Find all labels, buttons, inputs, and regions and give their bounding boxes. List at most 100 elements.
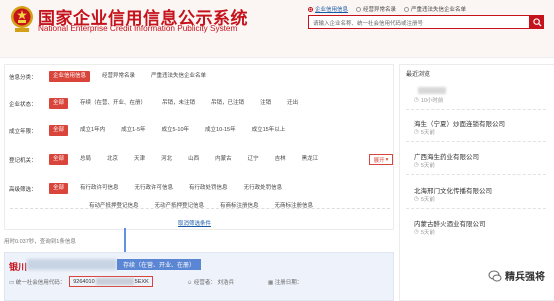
credit-code-label: ▭ 统一社会信用代码：: [9, 279, 66, 286]
filter-chip[interactable]: 吉林: [271, 154, 290, 165]
divider: [406, 174, 546, 175]
filter-chip[interactable]: 严重违法失信企业名单: [147, 71, 210, 82]
site-subtitle: National Enterprise Credit Information P…: [38, 24, 238, 33]
filter-chip[interactable]: 有动产抵押登记信息: [85, 201, 143, 212]
filter-label: 信息分类：: [9, 74, 37, 81]
status-badge: 存续（在营、开业、在册）: [117, 259, 202, 270]
radio-icon: [356, 6, 362, 12]
filter-chip[interactable]: 全部: [49, 183, 69, 194]
filter-chip[interactable]: 吊销，未注销: [158, 98, 199, 109]
filter-chip[interactable]: 全部: [49, 98, 69, 109]
redacted-company[interactable]: [418, 87, 446, 94]
search-button[interactable]: [530, 15, 544, 29]
redacted-name: [27, 259, 117, 270]
filter-chip[interactable]: 有行政处罚信息: [185, 183, 232, 194]
expand-button[interactable]: 展开 ▾: [369, 154, 393, 165]
tab-abnormal-list[interactable]: 经营异常名录: [356, 5, 396, 13]
expand-label: 展开: [373, 157, 385, 164]
filter-chip[interactable]: 吊销，已注销: [207, 98, 248, 109]
filter-chip[interactable]: 河北: [157, 154, 176, 165]
filter-chip[interactable]: 无商标注册信息: [271, 201, 318, 212]
recent-sidebar: 最近浏览 ◷ 10小时前 海生（宁夏）炒面连锁有限公司 ◷ 5天前 广西海生药业有限…: [399, 64, 554, 301]
recent-item[interactable]: 广西海生药业有限公司: [414, 151, 479, 161]
national-emblem-icon: [11, 6, 33, 32]
divider: [406, 141, 546, 142]
result-card[interactable]: 银川 存续（在营、开业、在册） ▭ 统一社会信用代码： 9264010 5EXK…: [4, 252, 394, 301]
filter-chip[interactable]: 迁出: [283, 98, 302, 109]
sidebar-title: 最近浏览: [406, 72, 431, 78]
filter-label: 企业状态：: [9, 101, 37, 108]
result-fields: ▭ 统一社会信用代码： 9264010 5EXK ☺ 经营者： 刘浩兵 ▦ 注册…: [9, 276, 302, 287]
recent-time: ◷ 5天前: [414, 196, 435, 203]
register-date: ▦ 注册日期：: [267, 279, 303, 286]
credit-code-value: 9264010 5EXK: [69, 276, 153, 287]
result-summary: 用时0.037秒，查询到1条信息: [4, 239, 76, 245]
watermark-label: 精兵强将: [505, 272, 545, 283]
divider: [406, 109, 546, 110]
filter-label: 高级筛选：: [9, 186, 37, 193]
redacted-code: [95, 278, 134, 285]
filter-chip[interactable]: 企业信用信息: [49, 71, 91, 82]
filter-chip[interactable]: 有商标注册信息: [216, 201, 263, 212]
filter-chip[interactable]: 全部: [49, 154, 69, 165]
filter-chip[interactable]: 成立15年以上: [248, 125, 290, 136]
tab-label: 企业信用信息: [315, 7, 349, 13]
divider: [10, 208, 390, 209]
tab-blacklist[interactable]: 严重违法失信企业名单: [404, 5, 466, 13]
filter-chip[interactable]: 存续（在营、开业、在册）: [76, 98, 150, 109]
search-type-tabs: 企业信用信息 经营异常名录 严重违法失信企业名单: [308, 5, 466, 13]
reset-filters-link[interactable]: 取消筛选条件: [178, 219, 211, 227]
filter-chip[interactable]: 无行政处罚信息: [240, 183, 287, 194]
filter-label: 登记机关：: [9, 157, 37, 164]
filter-chip[interactable]: 成立10-15年: [201, 125, 240, 136]
filter-label: 成立年限：: [9, 128, 37, 135]
recent-item[interactable]: 内蒙古醉火酒业有限公司: [414, 218, 486, 228]
clock-icon: ◷: [414, 229, 419, 235]
filter-chip[interactable]: 山西: [184, 154, 203, 165]
filter-chip[interactable]: 全部: [49, 125, 69, 136]
company-name[interactable]: 银川: [9, 260, 27, 273]
radio-icon: [404, 6, 410, 12]
clock-icon: ◷: [414, 97, 419, 103]
filter-chip[interactable]: 成立5-10年: [158, 125, 194, 136]
filter-panel: 信息分类： 企业信用信息 经营异常名录 严重违法失信企业名单 企业状态： 全部 …: [4, 64, 394, 230]
recent-item[interactable]: 海生（宁夏）炒面连锁有限公司: [414, 118, 505, 128]
site-header: 国家企业信用信息公示系统 National Enterprise Credit …: [0, 0, 554, 58]
user-icon: ☺: [186, 279, 193, 286]
tab-label: 经营异常名录: [363, 7, 397, 13]
filter-row-status: 企业状态： 全部 存续（在营、开业、在册） 吊销，未注销 吊销，已注销 注销 迁…: [9, 98, 310, 109]
filter-row-category: 信息分类： 企业信用信息 经营异常名录 严重违法失信企业名单: [9, 71, 218, 82]
filter-chip[interactable]: 北京: [103, 154, 122, 165]
clock-icon: ◷: [414, 129, 419, 135]
filter-chip[interactable]: 有行政许可信息: [76, 183, 123, 194]
clock-icon: ◷: [414, 162, 419, 168]
recent-time: ◷ 10小时前: [414, 97, 444, 104]
tab-label: 严重违法失信企业名单: [411, 7, 467, 13]
filter-chip[interactable]: 辽宁: [244, 154, 263, 165]
filter-chip[interactable]: 无行政许可信息: [131, 183, 178, 194]
clock-icon: ◷: [414, 196, 419, 202]
filter-chip[interactable]: 内蒙古: [211, 154, 236, 165]
radio-icon: [308, 6, 313, 12]
filter-chip[interactable]: 成立1年内: [76, 125, 109, 136]
filter-chip[interactable]: 无动产抵押登记信息: [151, 201, 209, 212]
legal-rep: ☺ 经营者： 刘浩兵: [186, 279, 234, 286]
divider: [406, 208, 546, 209]
recent-time: ◷ 5天前: [414, 129, 435, 136]
filter-row-advanced: 高级筛选： 全部 有行政许可信息 无行政许可信息 有行政处罚信息 无行政处罚信息: [9, 183, 294, 194]
recent-item[interactable]: 北海邢门文化传播有限公司: [414, 185, 492, 195]
recent-time: ◷ 5天前: [414, 229, 435, 236]
filter-row-authority: 登记机关： 全部 总局 北京 天津 河北 山西 内蒙古 辽宁 吉林 黑龙江: [9, 154, 330, 165]
wechat-watermark: 精兵强将: [488, 268, 545, 283]
calendar-icon: ▦: [267, 279, 274, 286]
filter-chip[interactable]: 黑龙江: [298, 154, 323, 165]
search-input[interactable]: 请输入企业名称、统一社会信用代码或注册号: [308, 15, 530, 29]
chevron-down-icon: ▾: [385, 156, 389, 163]
filter-chip[interactable]: 成立1-5年: [117, 125, 149, 136]
filter-chip[interactable]: 总局: [76, 154, 95, 165]
filter-chip[interactable]: 注销: [256, 98, 275, 109]
filter-chip[interactable]: 天津: [130, 154, 149, 165]
filter-chip[interactable]: 经营异常名录: [98, 71, 139, 82]
id-card-icon: ▭: [9, 279, 15, 286]
tab-enterprise-credit[interactable]: 企业信用信息: [308, 5, 348, 13]
